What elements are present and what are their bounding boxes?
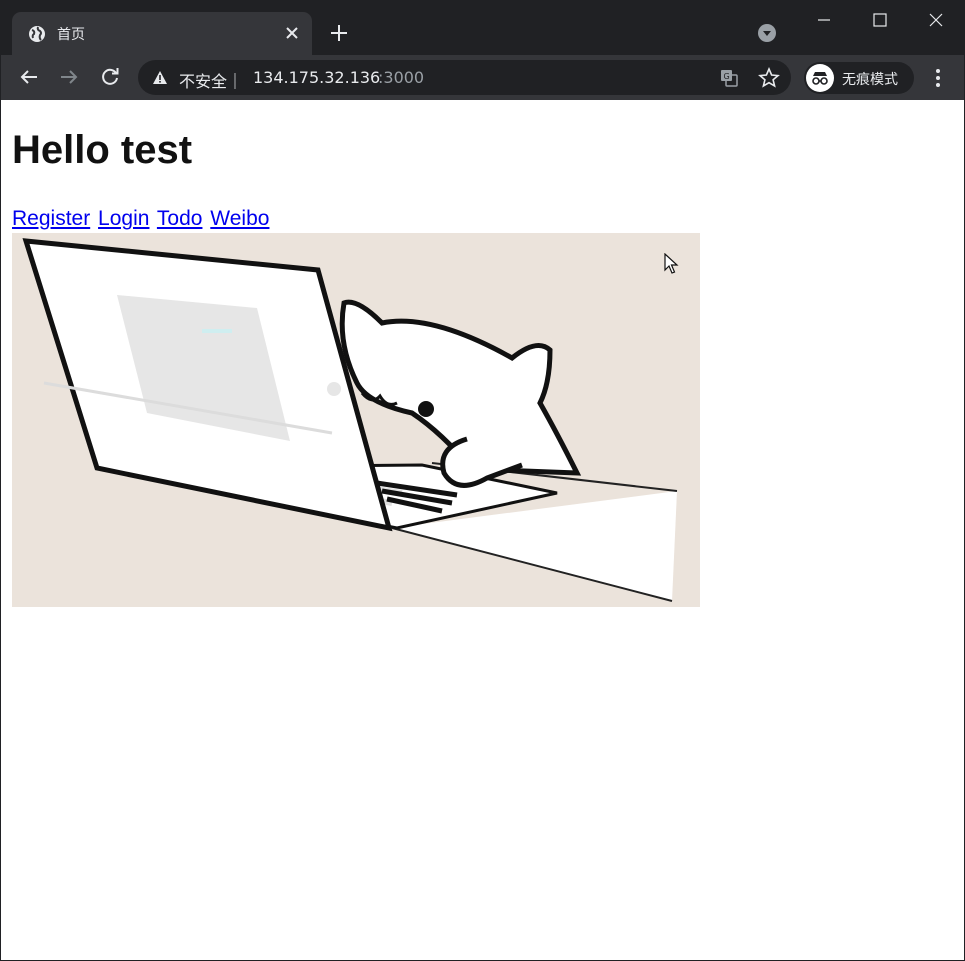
forward-arrow-icon[interactable] (57, 65, 81, 89)
browser-window: 首页 不安全｜ 134.175.32.136:3000 G 无痕模式 Hell… (0, 0, 965, 961)
page-title: Hello test (12, 128, 193, 172)
reload-icon[interactable] (98, 65, 122, 89)
url-port[interactable]: :3000 (378, 68, 424, 87)
mouse-cursor-icon (664, 253, 679, 274)
url-host[interactable]: 134.175.32.136 (253, 68, 380, 87)
browser-toolbar: 不安全｜ 134.175.32.136 :3000 G 无痕模式 (1, 55, 964, 100)
maximize-icon[interactable] (867, 9, 893, 31)
warning-icon[interactable] (152, 70, 168, 86)
back-arrow-icon[interactable] (17, 65, 41, 89)
incognito-profile-button[interactable]: 无痕模式 (804, 62, 914, 94)
cat-laptop-image (12, 233, 700, 607)
incognito-icon (812, 72, 828, 85)
translate-icon[interactable]: G (719, 68, 739, 88)
tab-title: 首页 (57, 27, 85, 43)
tab-home[interactable]: 首页 (12, 12, 312, 55)
security-label[interactable]: 不安全｜ (179, 68, 243, 92)
tab-strip: 首页 (1, 1, 964, 55)
tab-search-icon[interactable] (757, 23, 777, 43)
weibo-link[interactable]: Weibo (210, 207, 269, 230)
bookmark-star-icon[interactable] (758, 67, 780, 89)
page-content: Hello test Register Login Todo Weibo (1, 100, 964, 960)
new-tab-icon[interactable] (327, 21, 351, 45)
svg-text:G: G (724, 72, 730, 81)
register-link[interactable]: Register (12, 207, 90, 230)
address-bar[interactable]: 不安全｜ 134.175.32.136 :3000 G (138, 60, 791, 95)
incognito-label: 无痕模式 (842, 72, 898, 88)
globe-icon (29, 26, 45, 42)
todo-link[interactable]: Todo (157, 207, 203, 230)
more-menu-icon[interactable] (929, 66, 947, 90)
minimize-icon[interactable] (811, 9, 837, 31)
window-close-icon[interactable] (923, 9, 949, 31)
avatar (806, 64, 834, 92)
site-nav: Register Login Todo Weibo (12, 208, 271, 229)
login-link[interactable]: Login (98, 207, 149, 230)
close-tab-icon[interactable] (282, 23, 302, 43)
